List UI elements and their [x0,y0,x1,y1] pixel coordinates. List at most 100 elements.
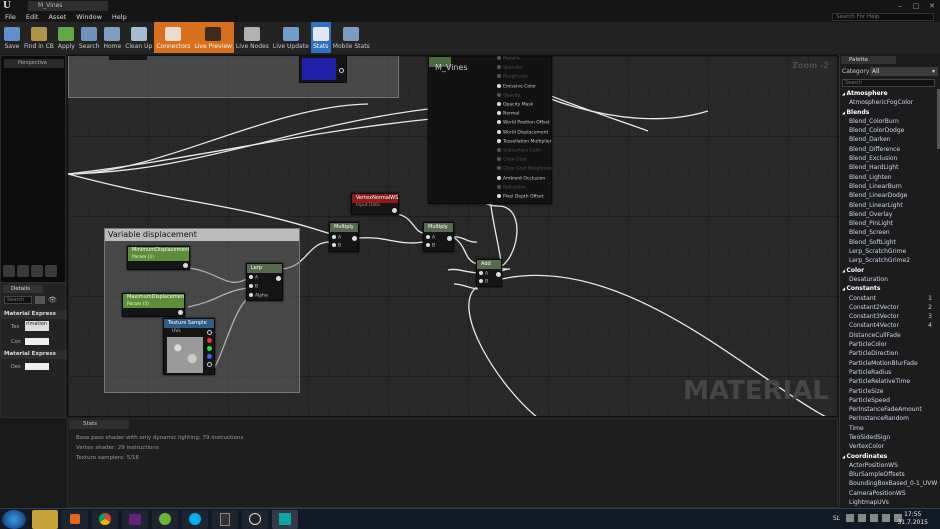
details-tab[interactable]: Details [3,285,43,293]
palette-item[interactable]: ParticleColor [840,340,938,349]
unreal-material-taskbar-icon[interactable] [272,510,298,529]
pin-b[interactable]: B [332,243,341,250]
material-pin[interactable]: Specular [497,65,523,72]
r-output-pin[interactable] [207,338,212,343]
preview-viewport[interactable]: Perspective [0,55,66,300]
material-pin[interactable]: World Position Offset [497,120,550,127]
menu-edit[interactable]: Edit [21,13,44,21]
palette-item[interactable]: BlurSampleOffsets [840,470,938,479]
pin-a[interactable]: A [249,275,258,282]
palette-item[interactable]: Constant4Vector 4 [840,321,938,330]
toolbar-clean-up-button[interactable]: Clean Up [123,22,154,53]
toolbar-connectors-button[interactable]: Connectors [154,22,193,53]
toolbar-live-nodes-button[interactable]: Live Nodes [234,22,271,53]
add-node[interactable]: Add A B [476,259,502,287]
skype-taskbar-icon[interactable] [182,510,208,529]
palette-category[interactable]: ◢ Coordinates [840,452,938,461]
palette-item[interactable]: CameraPositionWS [840,489,938,498]
color-node-fragment[interactable] [299,56,347,83]
node-fragment[interactable] [109,56,147,60]
palette-item[interactable]: ParticleRadius [840,368,938,377]
material-pin[interactable]: Normal [497,111,519,118]
palette-item[interactable]: Blend_Overlay [840,210,938,219]
toolbar-find-in-cb-button[interactable]: Find in CB [22,22,56,53]
texture-sample-node[interactable]: Texture Sample UVs [163,318,215,375]
viewport-perspective-label[interactable]: Perspective [4,59,64,68]
uvs-pin[interactable]: UVs [172,329,181,334]
pin-b[interactable]: B [249,284,258,291]
details-section-material-expression-2[interactable]: Material Express [1,350,67,359]
comment-box-top[interactable] [68,56,399,98]
texture-thumbnail[interactable]: rimation [25,321,49,331]
minimum-displacement-node[interactable]: MinimumDisplacement Param (1) [127,246,190,270]
toolbar-live-update-button[interactable]: Live Update [271,22,311,53]
toolbar-live-preview-button[interactable]: Live Preview [192,22,234,53]
menu-file[interactable]: File [0,13,21,21]
palette-item[interactable]: Desaturation [840,275,938,284]
preview-sphere-button[interactable] [17,265,29,277]
palette-item[interactable]: ParticleDirection [840,349,938,358]
media-player-taskbar-icon[interactable] [62,510,88,529]
palette-item[interactable]: ParticleSpeed [840,396,938,405]
material-pin[interactable]: Clear Coat Roughness [497,166,553,173]
visual-studio-taskbar-icon[interactable] [122,510,148,529]
toolbar-search-button[interactable]: Search [77,22,102,53]
toolbar-stats-button[interactable]: Stats [310,22,331,53]
palette-item[interactable]: Blend_SoftLight [840,238,938,247]
palette-item[interactable]: AtmosphericFogColor [840,98,938,107]
palette-item[interactable]: VertexColor [840,442,938,451]
close-icon[interactable]: ✕ [924,0,940,12]
volume-icon[interactable] [882,514,890,522]
multiply-node-1[interactable]: Multiply A B [329,222,359,252]
details-section-material-expression[interactable]: Material Express [1,310,67,319]
palette-category[interactable]: ◢ Atmosphere [840,89,938,98]
palette-item[interactable]: Constant 1 [840,294,938,303]
minimize-icon[interactable]: – [892,0,908,12]
palette-item[interactable]: Blend_Darken [840,135,938,144]
clock[interactable]: 17:55 31.7.2015 [897,511,928,527]
pin-a[interactable]: A [332,235,341,242]
toolbar-save-button[interactable]: Save [2,22,22,53]
material-graph[interactable]: M_Vines Metallic Specular Roughness Emissiv… [67,55,838,417]
network-icon[interactable] [870,514,878,522]
palette-item[interactable]: PerInstanceFadeAmount [840,405,938,414]
palette-item[interactable]: Blend_LinearBurn [840,182,938,191]
material-pin[interactable]: Roughness [497,74,528,81]
toolbar-apply-button[interactable]: Apply [56,22,77,53]
lerp-node[interactable]: Lerp A B Alpha [246,263,283,301]
palette-item[interactable]: Blend_Screen [840,228,938,237]
details-search-input[interactable]: Search [4,296,32,304]
material-pin[interactable]: Tessellation Multiplier [497,139,552,146]
con-field[interactable] [25,338,49,345]
des-field[interactable] [25,363,49,370]
language-indicator[interactable]: SL [833,515,840,522]
output-pin[interactable] [496,272,501,277]
toolbar-home-button[interactable]: Home [101,22,123,53]
palette-item[interactable]: ActorPositionWS [840,461,938,470]
menu-help[interactable]: Help [107,13,132,21]
maximum-displacement-node[interactable]: MaximumDisplacement Param (5) [122,293,185,317]
explorer-taskbar-icon[interactable] [32,510,58,529]
output-pin[interactable] [447,236,452,241]
details-grid-icon[interactable] [35,296,45,304]
pin-b[interactable]: B [479,279,488,286]
palette-item[interactable]: ParticleMotionBlurFade [840,359,938,368]
palette-item[interactable]: Blend_ColorBurn [840,117,938,126]
vertex-normal-node[interactable]: VertexNormalWS Input Data [351,193,399,215]
document-tab[interactable]: M_Vines [28,1,108,11]
palette-item[interactable]: DistanceCullFade [840,331,938,340]
eye-icon[interactable]: 👁 [48,296,62,304]
material-pin[interactable]: Pixel Depth Offset [497,194,544,201]
epic-launcher-taskbar-icon[interactable] [212,510,238,529]
material-result-node[interactable]: M_Vines Metallic Specular Roughness Emissiv… [428,56,553,204]
material-pin[interactable]: Opacity Mask [497,102,533,109]
palette-item[interactable]: Constant3Vector 3 [840,312,938,321]
palette-category[interactable]: ◢ Blends [840,108,938,117]
toolbar-mobile-stats-button[interactable]: Mobile Stats [331,22,372,53]
b-output-pin[interactable] [207,354,212,359]
palette-item[interactable]: ParticleSize [840,387,938,396]
palette-category[interactable]: ◢ Color [840,266,938,275]
palette-item[interactable]: Lerp_ScratchGrime [840,247,938,256]
palette-item[interactable]: LightmapUVs [840,498,938,507]
stats-tab[interactable]: Stats [69,420,129,429]
